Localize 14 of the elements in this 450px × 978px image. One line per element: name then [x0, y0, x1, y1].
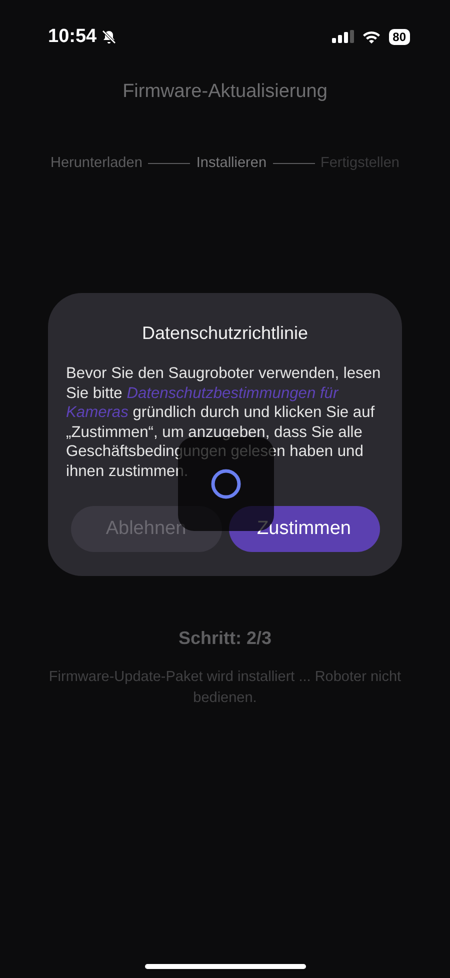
step-label: Herunterladen: [50, 155, 142, 171]
battery-level: 80: [388, 28, 410, 44]
bell-muted-icon: [100, 28, 117, 44]
page-title: Firmware-Aktualisierung: [122, 81, 328, 103]
dialog-message: Bevor Sie den Saugroboter verwenden, lesen Sie bitte Datenschutzbestimmungen für Kameras gründlich durch und klicken Sie auf „Zustimmen“, um anzugeben, dass Sie alle Geschäftsbedingungen gelesen haben und ihnen zustimmen.: [66, 364, 382, 481]
dialog-title: Datenschutzrichtlinie: [142, 323, 308, 344]
privacy-link[interactable]: Datenschutzbestimmungen für: [126, 384, 338, 402]
privacy-link[interactable]: Kameras: [66, 404, 128, 421]
step-counter: Schritt: 2/3: [178, 628, 272, 649]
signal-icon: [332, 30, 354, 43]
wifi-icon: [362, 30, 381, 44]
spinner-icon: [210, 468, 242, 500]
status-time: 10:54: [48, 26, 97, 48]
step-label: Installieren: [196, 155, 267, 171]
